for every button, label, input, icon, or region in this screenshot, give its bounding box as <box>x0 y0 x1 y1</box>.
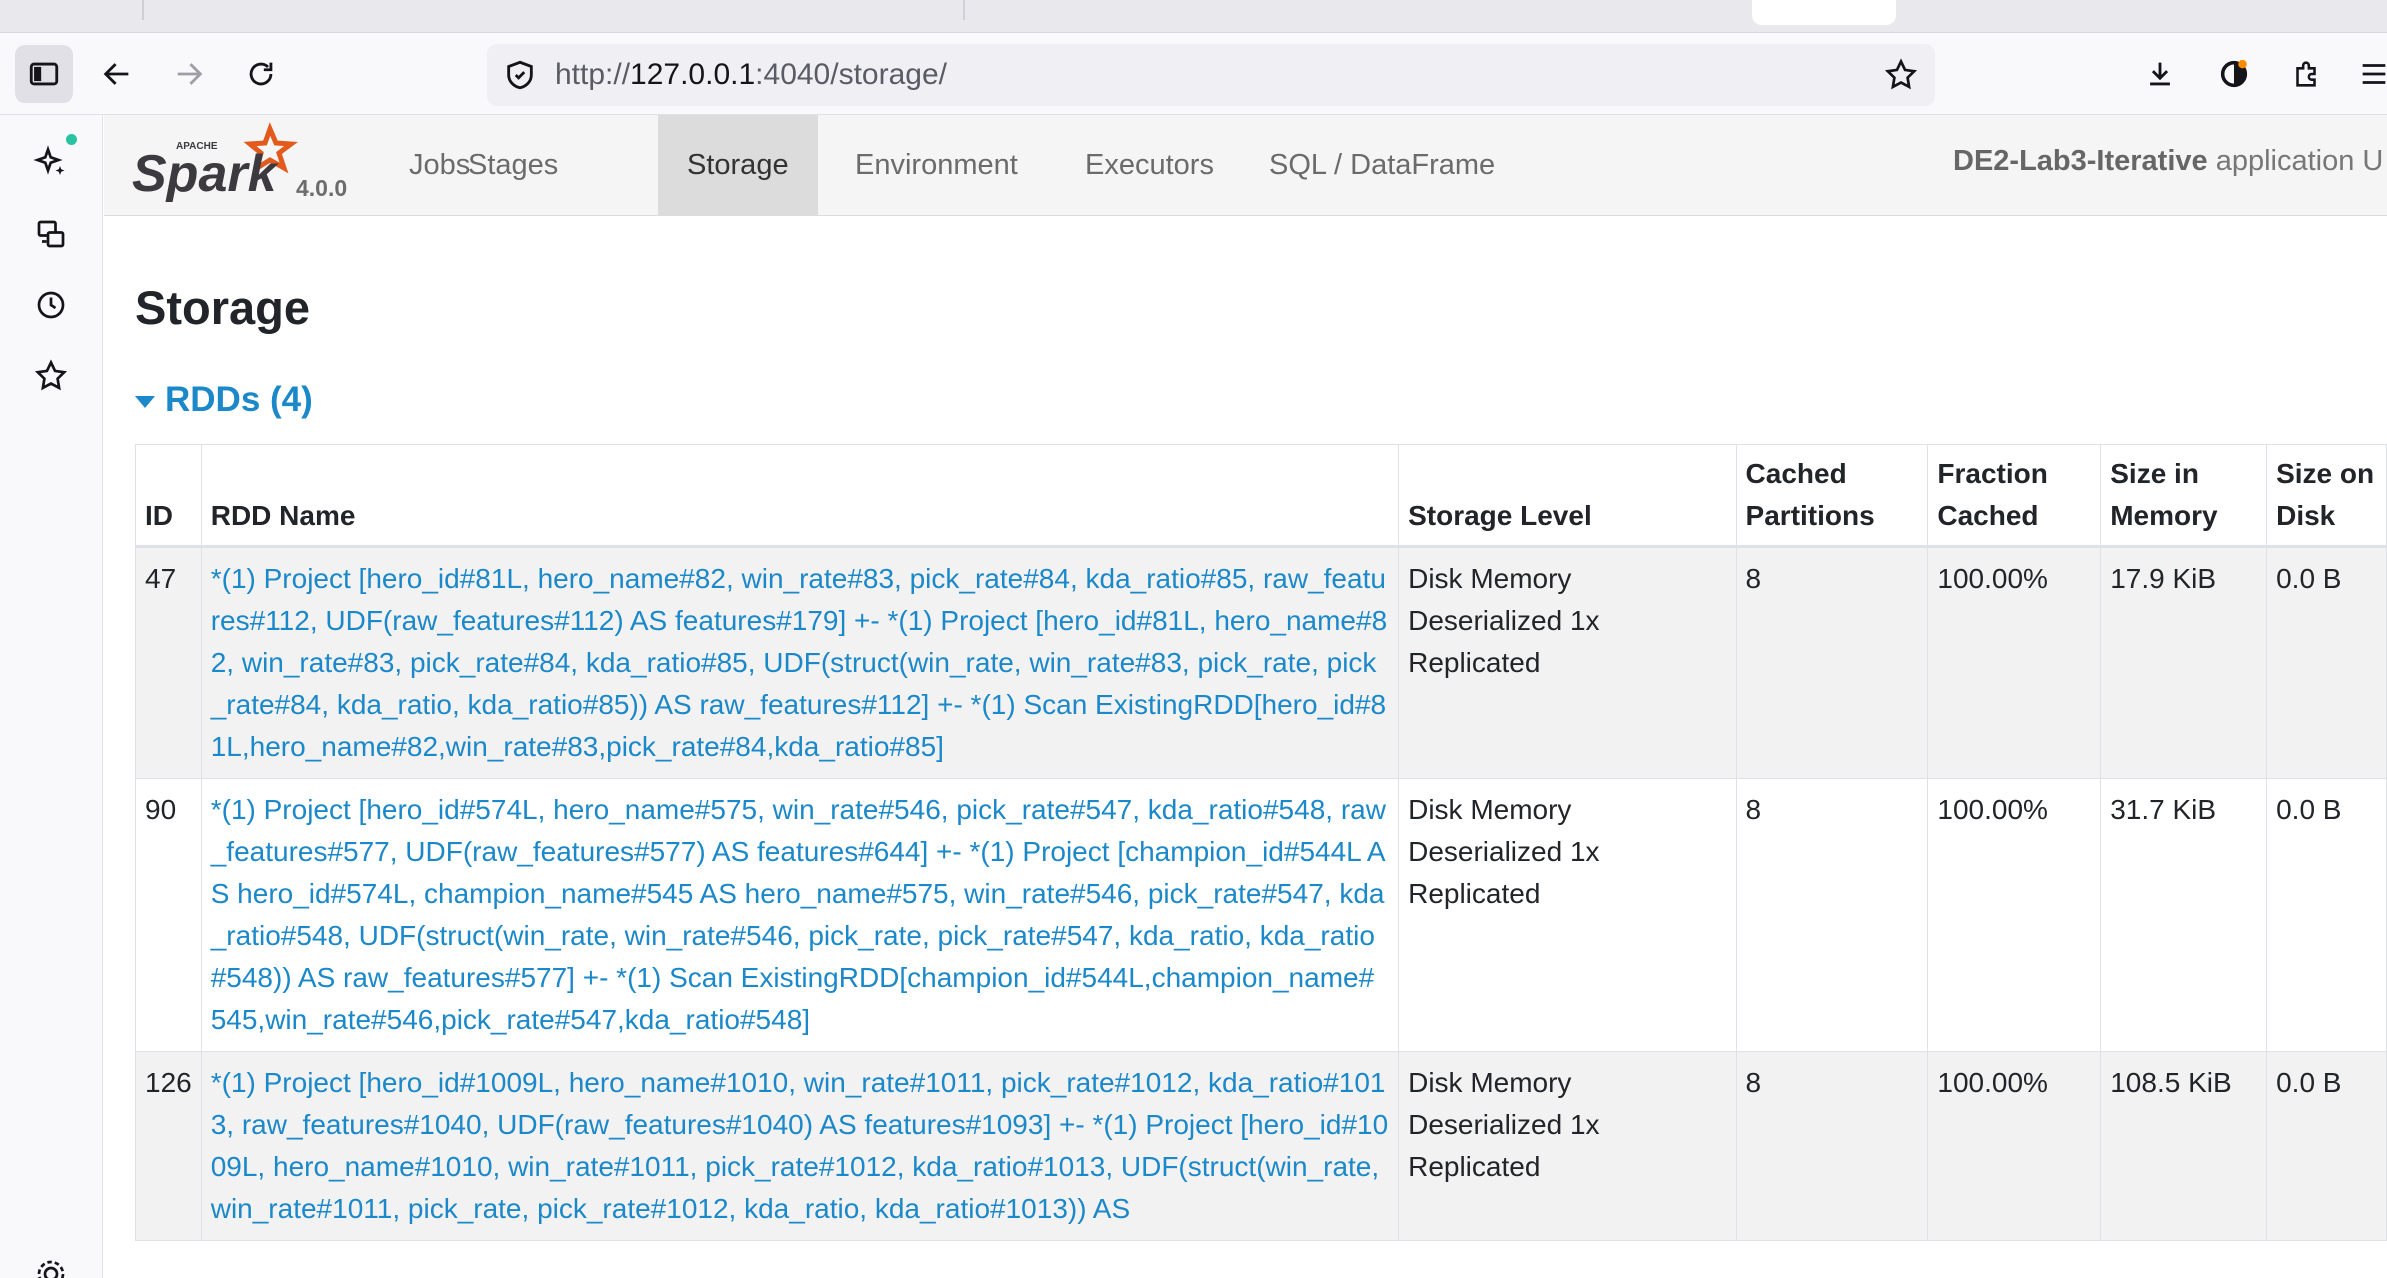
hamburger-icon <box>2362 64 2386 84</box>
browser-toolbar: http://127.0.0.1:4040/storage/ <box>0 33 2387 115</box>
table-row: 47 *(1) Project [hero_id#81L, hero_name#… <box>135 546 2387 779</box>
url-scheme: http:// <box>555 58 631 91</box>
cell-storage-level: Disk Memory Deserialized 1x Replicated <box>1398 1051 1737 1241</box>
arrow-right-icon <box>177 63 203 85</box>
rdd-name-link[interactable]: *(1) Project [hero_id#1009L, hero_name#1… <box>211 1067 1388 1224</box>
app-suffix: application U <box>2215 145 2384 177</box>
cell-id: 90 <box>135 778 202 1052</box>
table-row: 126 *(1) Project [hero_id#1009L, hero_na… <box>135 1051 2387 1241</box>
synced-devices-icon[interactable] <box>33 216 69 252</box>
sidebar-toggle-button[interactable] <box>15 45 73 103</box>
cell-cached-partitions: 8 <box>1735 778 1929 1052</box>
header-rdd-name[interactable]: RDD Name <box>200 444 1400 548</box>
cell-fraction-cached: 100.00% <box>1927 778 2102 1052</box>
download-icon <box>2150 62 2170 86</box>
rdd-section-toggle[interactable]: RDDs (4) <box>135 380 313 420</box>
ai-sparkle-icon[interactable] <box>33 145 69 181</box>
sidebar-icon <box>29 62 59 86</box>
browser-sidebar <box>0 115 103 1278</box>
account-icon <box>2220 59 2248 88</box>
spark-logo[interactable]: APACHE Spark <box>132 121 302 211</box>
header-id[interactable]: ID <box>135 444 202 548</box>
tab-sql-dataframe[interactable]: SQL / DataFrame <box>1240 115 1524 215</box>
downloads-button[interactable] <box>2131 45 2189 103</box>
reload-icon <box>249 62 273 86</box>
bookmarks-icon[interactable] <box>33 358 69 394</box>
rdd-name-link[interactable]: *(1) Project [hero_id#574L, hero_name#57… <box>211 794 1386 1035</box>
app-name: DE2-Lab3-Iterative <box>1953 145 2208 177</box>
tab-executors[interactable]: Executors <box>1056 115 1243 215</box>
page-title: Storage <box>135 281 310 334</box>
notification-dot <box>66 134 77 145</box>
reload-button[interactable] <box>232 45 290 103</box>
spark-navbar: APACHE Spark 4.0.0 Jobs Stages Storage E… <box>104 115 2387 216</box>
extensions-button[interactable] <box>2277 45 2335 103</box>
logo-spark-text: Spark <box>132 145 280 203</box>
header-size-in-memory[interactable]: Size in Memory <box>2100 444 2268 548</box>
cell-rdd-name: *(1) Project [hero_id#1009L, hero_name#1… <box>200 1051 1400 1241</box>
tab-stages[interactable]: Stages <box>439 115 587 215</box>
spark-version: 4.0.0 <box>296 175 348 201</box>
url-text[interactable]: http://127.0.0.1:4040/storage/ <box>555 58 947 92</box>
browser-tab-active[interactable] <box>1752 0 1896 25</box>
cell-id: 47 <box>135 546 202 779</box>
cell-cached-partitions: 8 <box>1735 546 1929 779</box>
shield-icon[interactable] <box>503 58 537 92</box>
arrow-left-icon <box>103 63 129 85</box>
caret-down-icon <box>135 396 155 408</box>
application-title: DE2-Lab3-Iterative application U <box>1953 145 2383 178</box>
cell-size-in-memory: 31.7 KiB <box>2100 778 2268 1052</box>
rdd-section-label: RDDs (4) <box>165 380 313 419</box>
tab-separator <box>963 0 965 20</box>
header-fraction-cached[interactable]: Fraction Cached <box>1927 444 2102 548</box>
address-bar[interactable]: http://127.0.0.1:4040/storage/ <box>487 44 1935 106</box>
cell-size-in-memory: 17.9 KiB <box>2100 546 2268 779</box>
menu-button[interactable] <box>2345 45 2387 103</box>
puzzle-icon <box>2296 61 2316 87</box>
history-icon[interactable] <box>33 287 69 323</box>
cell-rdd-name: *(1) Project [hero_id#81L, hero_name#82,… <box>200 546 1400 779</box>
header-cached-partitions[interactable]: Cached Partitions <box>1735 444 1929 548</box>
bookmark-star-icon[interactable] <box>1883 57 1919 93</box>
tab-storage[interactable]: Storage <box>658 115 818 215</box>
rdd-table: ID RDD Name Storage Level Cached Partiti… <box>135 444 2387 1241</box>
browser-tab-strip <box>0 0 2387 33</box>
cell-fraction-cached: 100.00% <box>1927 1051 2102 1241</box>
tab-environment[interactable]: Environment <box>826 115 1047 215</box>
header-storage-level[interactable]: Storage Level <box>1398 444 1737 548</box>
table-row: 90 *(1) Project [hero_id#574L, hero_name… <box>135 778 2387 1052</box>
cell-id: 126 <box>135 1051 202 1241</box>
cell-storage-level: Disk Memory Deserialized 1x Replicated <box>1398 778 1737 1052</box>
cell-fraction-cached: 100.00% <box>1927 546 2102 779</box>
cell-size-on-disk: 0.0 B <box>2266 1051 2387 1241</box>
back-button[interactable] <box>88 45 146 103</box>
cell-rdd-name: *(1) Project [hero_id#574L, hero_name#57… <box>200 778 1400 1052</box>
table-header-row: ID RDD Name Storage Level Cached Partiti… <box>135 444 2387 548</box>
cell-size-in-memory: 108.5 KiB <box>2100 1051 2268 1241</box>
cell-cached-partitions: 8 <box>1735 1051 1929 1241</box>
header-size-on-disk[interactable]: Size on Disk <box>2266 444 2387 548</box>
cell-storage-level: Disk Memory Deserialized 1x Replicated <box>1398 546 1737 779</box>
rdd-name-link[interactable]: *(1) Project [hero_id#81L, hero_name#82,… <box>211 563 1387 762</box>
url-path: :4040/storage/ <box>755 58 947 91</box>
cell-size-on-disk: 0.0 B <box>2266 546 2387 779</box>
cell-size-on-disk: 0.0 B <box>2266 778 2387 1052</box>
forward-button[interactable] <box>160 45 218 103</box>
tab-separator <box>142 0 144 20</box>
url-host: 127.0.0.1 <box>630 58 756 91</box>
account-button[interactable] <box>2205 45 2263 103</box>
settings-gear-icon[interactable] <box>33 1256 69 1278</box>
